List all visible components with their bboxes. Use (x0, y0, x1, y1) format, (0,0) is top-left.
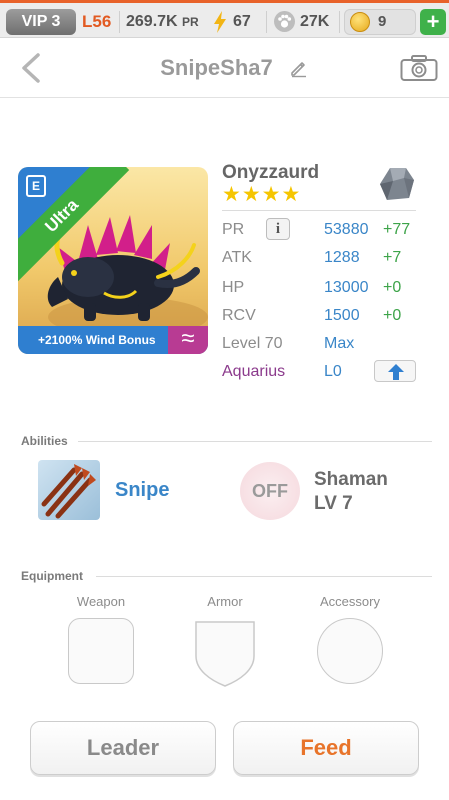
player-level: L56 (82, 12, 112, 31)
paw-food-icon (274, 11, 295, 32)
armor-slot-shield-icon[interactable] (192, 618, 258, 688)
ability-off-state: OFF (252, 481, 288, 501)
feed-button[interactable]: Feed (233, 721, 419, 775)
stat-bonus-hp: +0 (383, 279, 402, 296)
zodiac-level: L0 (324, 363, 342, 380)
divider (96, 576, 432, 577)
coin-count: 9 (378, 13, 387, 30)
element-tag-icon: E (26, 175, 46, 197)
wind-element-icon: ≈ (168, 326, 208, 354)
stat-label-atk: ATK (222, 249, 252, 266)
accessory-slot[interactable] (317, 618, 383, 684)
camera-icon[interactable] (400, 54, 438, 82)
divider (266, 11, 267, 33)
power-rating-unit: PR (182, 15, 199, 29)
add-coins-button[interactable]: + (420, 9, 446, 35)
stat-label-pr: PR (222, 221, 245, 238)
stone-gem-icon[interactable] (378, 165, 416, 203)
stat-bonus-pr: +77 (383, 221, 411, 238)
leader-button[interactable]: Leader (30, 721, 216, 775)
info-button[interactable]: i (266, 218, 290, 240)
monster-name: Onyzzaurd (222, 162, 320, 183)
ability-shaman-name: Shaman (314, 469, 388, 490)
edit-pencil-icon[interactable] (289, 58, 309, 78)
food-count: 27K (300, 13, 330, 30)
page-header: SnipeSha7 (0, 38, 449, 98)
stat-label-rcv: RCV (222, 307, 256, 324)
stat-value-pr: 53880 (324, 221, 369, 238)
zodiac-label: Aquarius (222, 363, 286, 380)
abilities-header: Abilities (21, 434, 68, 448)
snipe-ability-icon[interactable] (38, 460, 100, 520)
ability-shaman[interactable]: Shaman LV 7 (314, 468, 388, 516)
up-arrow-icon (388, 364, 404, 380)
star-rating: ★★★★ (222, 183, 302, 206)
coin-balance[interactable]: 9 (344, 9, 416, 35)
stat-label-hp: HP (222, 279, 245, 296)
power-rating: 269.7K PR (126, 10, 199, 34)
divider (222, 210, 416, 211)
ability-shaman-level: LV 7 (314, 493, 353, 514)
coin-icon (350, 12, 370, 32)
armor-label: Armor (207, 594, 243, 609)
divider (119, 11, 120, 33)
stat-value-atk: 1288 (324, 249, 360, 266)
monster-portrait[interactable]: Ultra E +2100% Wind Bonus ≈ (18, 167, 208, 354)
stat-bonus-atk: +7 (383, 249, 402, 266)
status-bar: VIP 3 L56 269.7K PR 67 27K 9 + (0, 0, 449, 38)
accessory-label: Accessory (320, 594, 380, 609)
stat-bonus-rcv: +0 (383, 307, 402, 324)
vip-badge[interactable]: VIP 3 (6, 9, 76, 35)
divider (78, 441, 432, 442)
stat-value-rcv: 1500 (324, 307, 360, 324)
weapon-slot[interactable] (68, 618, 134, 684)
power-rating-value: 269.7K (126, 13, 178, 30)
page-title: SnipeSha7 (160, 55, 273, 80)
stat-value-hp: 13000 (324, 279, 369, 296)
equipment-header: Equipment (21, 569, 83, 583)
divider (339, 11, 340, 33)
upgrade-zodiac-button[interactable] (374, 360, 416, 382)
energy-bolt-icon (214, 11, 226, 33)
energy-count: 67 (233, 13, 251, 30)
weapon-label: Weapon (76, 594, 126, 609)
stat-label-level: Level 70 (222, 335, 283, 352)
ability-snipe-name[interactable]: Snipe (115, 478, 169, 502)
stat-value-level: Max (324, 335, 355, 352)
